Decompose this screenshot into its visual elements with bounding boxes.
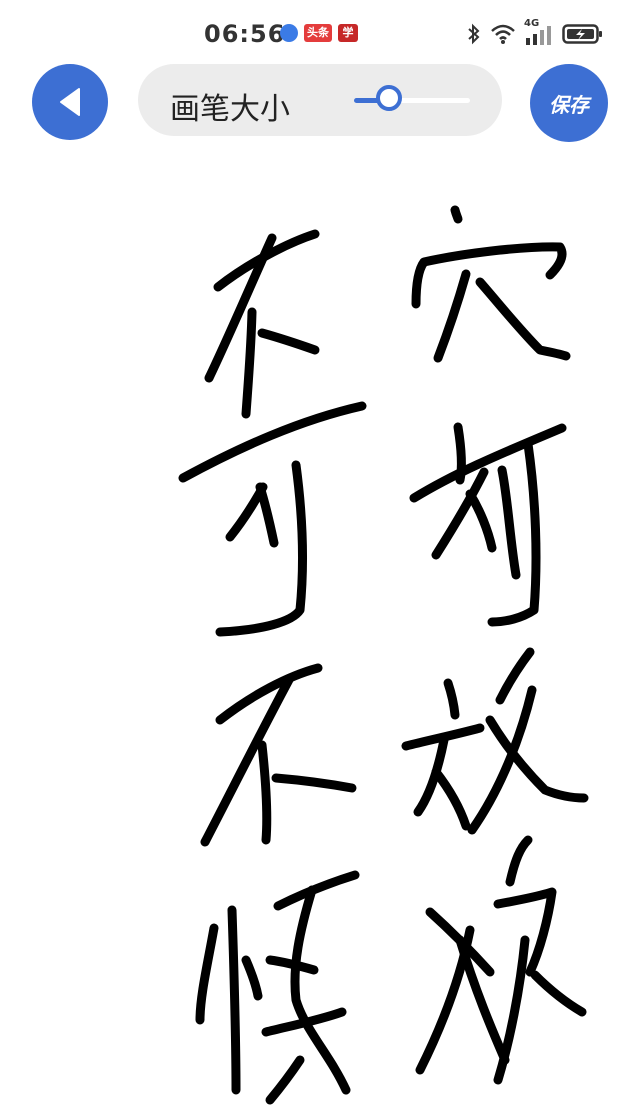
ink-stroke [505,835,533,887]
ink-stroke [433,269,471,363]
bluetooth-icon [468,23,480,45]
notification-icons: 头条 学习 [280,24,358,57]
ink-stroke [241,307,257,419]
brush-size-label: 画笔大小 [170,92,290,127]
ink-stroke [485,715,589,803]
ink-stroke [450,205,463,224]
ink-stroke [178,401,367,483]
back-arrow-icon [60,88,80,116]
ink-stroke [241,955,263,1001]
ink-stroke [227,905,241,1095]
ink-stroke [255,482,279,548]
xuexi-badge: 学习 [338,24,358,57]
ink-stroke [257,328,320,355]
save-button[interactable]: 保存 [530,64,608,142]
system-icons: 4G [466,18,604,46]
toutiao-badge: 头条 [304,24,332,42]
ink-stroke [265,1055,305,1105]
ink-stroke [497,465,521,580]
status-bar: 06:56 头条 学习 4G [0,0,640,66]
ink-stroke [409,423,567,503]
ink-stroke [271,773,357,793]
app-notification-icon [280,24,298,42]
brush-size-slider[interactable] [354,85,470,111]
ink-stroke [465,489,497,553]
drawing-canvas[interactable] [0,142,640,1108]
ink-stroke [475,277,571,361]
ink-stroke [431,767,471,831]
ink-stroke [204,233,277,383]
battery-charging-icon [562,24,602,44]
ink-stroke [443,678,460,720]
ink-stroke [257,740,272,845]
cellular-signal-icon: 4G [524,18,554,46]
ink-stroke [265,955,319,975]
status-time: 06:56 [204,20,286,48]
ink-stroke [530,970,587,1017]
ink-stroke [273,870,360,911]
back-button[interactable] [32,64,108,140]
drawing-toolbar: 画笔大小 保存 [0,62,640,142]
ink-stroke [495,647,535,705]
brush-size-control: 画笔大小 [138,64,502,136]
wifi-icon [491,24,515,44]
slider-thumb[interactable] [376,85,402,111]
ink-stroke [493,935,530,1085]
ink-stroke [195,923,219,1025]
